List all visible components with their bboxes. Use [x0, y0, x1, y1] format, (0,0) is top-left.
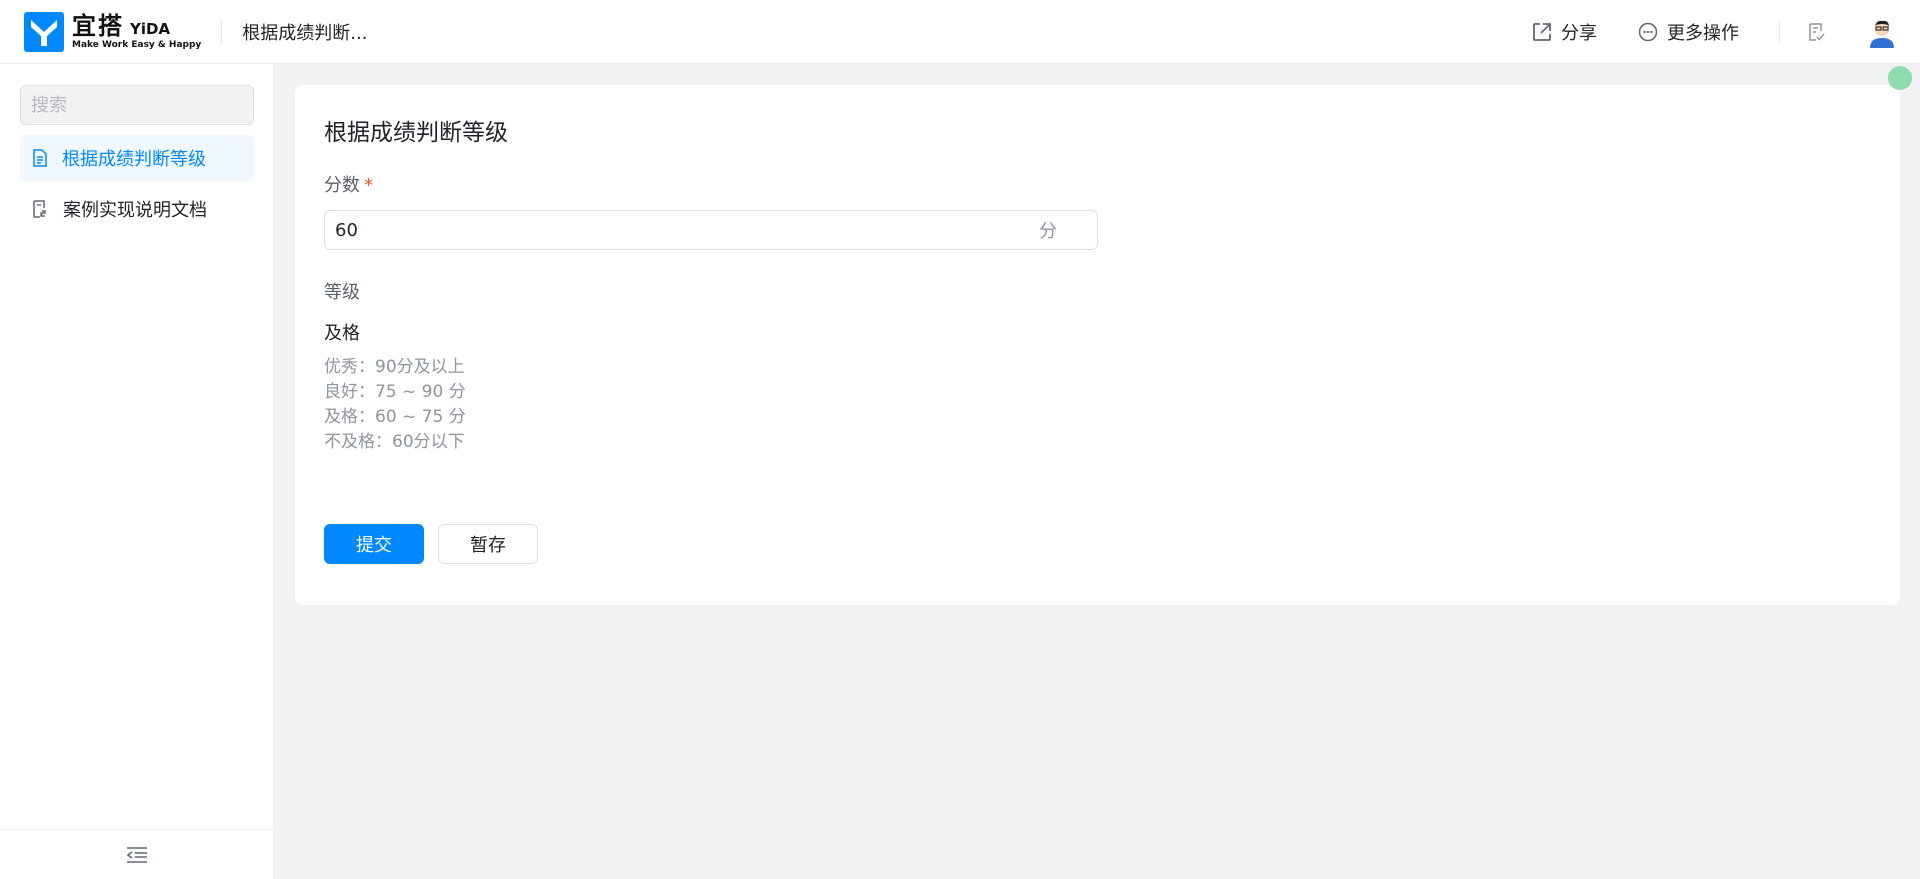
user-avatar[interactable]: [1866, 15, 1898, 48]
required-mark: *: [364, 175, 373, 196]
grade-rules: 优秀：90分及以上 良好：75 ~ 90 分 及格：60 ~ 75 分 不及格：…: [324, 355, 466, 455]
sidebar-item-label: 案例实现说明文档: [63, 200, 207, 221]
more-icon: [1638, 22, 1658, 41]
more-actions-label: 更多操作: [1667, 22, 1739, 44]
sidebar-item-label: 根据成绩判断等级: [62, 149, 206, 170]
rule-good: 良好：75 ~ 90 分: [324, 382, 466, 402]
sidebar-footer: [0, 829, 273, 879]
score-field-label: 分数 *: [324, 171, 373, 197]
score-label-text: 分数: [324, 175, 360, 196]
status-indicator: [1888, 66, 1912, 90]
logo-cn-text: 宜搭: [72, 11, 124, 40]
score-input[interactable]: 60 分: [324, 210, 1098, 250]
save-draft-button[interactable]: 暂存: [438, 524, 538, 564]
header-divider: [221, 19, 223, 44]
more-actions-button[interactable]: 更多操作: [1637, 19, 1739, 45]
top-header: 宜搭 YiDA Make Work Easy & Happy 根据成绩判断... …: [0, 0, 1920, 64]
todo-list-icon[interactable]: [1806, 22, 1826, 42]
doc-link-icon: [33, 200, 46, 218]
share-button[interactable]: 分享: [1531, 19, 1597, 45]
document-icon: [33, 149, 47, 167]
share-label: 分享: [1561, 22, 1597, 44]
score-unit: 分: [1039, 221, 1057, 242]
grade-value: 及格: [324, 323, 360, 344]
score-value[interactable]: 60: [335, 220, 1039, 241]
share-icon: [1533, 22, 1551, 41]
logo-en-text: YiDA: [130, 19, 171, 38]
collapse-sidebar-icon[interactable]: [125, 845, 149, 865]
rule-fail: 不及格：60分以下: [324, 432, 465, 452]
yida-logo[interactable]: 宜搭 YiDA Make Work Easy & Happy: [24, 11, 201, 52]
search-box[interactable]: [20, 85, 256, 125]
yida-logo-icon: [24, 11, 64, 52]
grade-field-label: 等级: [324, 282, 360, 303]
logo-slogan: Make Work Easy & Happy: [72, 39, 202, 50]
app-name[interactable]: 根据成绩判断...: [242, 19, 367, 45]
submit-button[interactable]: 提交: [324, 524, 424, 564]
sidebar-item-grade-form[interactable]: 根据成绩判断等级: [20, 135, 254, 181]
form-card: 根据成绩判断等级 分数 * 60 分 等级 及格 优秀：90分及以上 良好：75 …: [295, 85, 1900, 605]
sidebar: 根据成绩判断等级 案例实现说明文档: [0, 64, 274, 879]
rule-excellent: 优秀：90分及以上: [324, 357, 465, 377]
header-divider-right: [1779, 19, 1780, 44]
rule-pass: 及格：60 ~ 75 分: [324, 407, 466, 427]
search-input[interactable]: [31, 94, 256, 116]
logo-text: 宜搭 YiDA Make Work Easy & Happy: [72, 14, 201, 50]
sidebar-item-doc[interactable]: 案例实现说明文档: [20, 186, 254, 232]
form-title: 根据成绩判断等级: [324, 120, 508, 146]
